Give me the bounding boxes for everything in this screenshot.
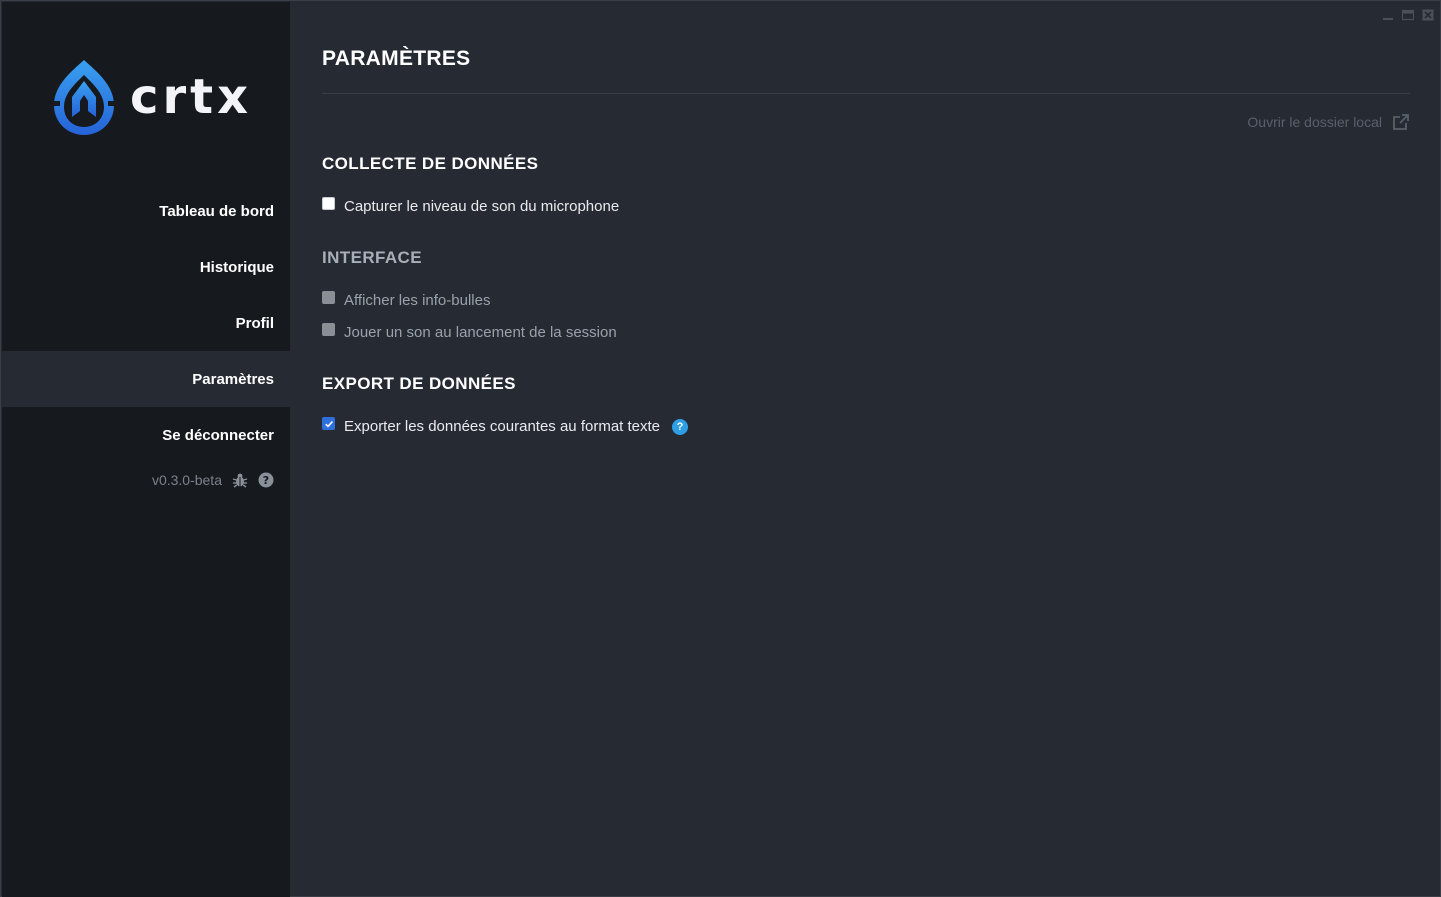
- open-local-folder-link[interactable]: Ouvrir le dossier local: [1247, 113, 1410, 131]
- sidebar-item-settings[interactable]: Paramètres: [2, 351, 290, 407]
- sidebar-nav: Tableau de bord Historique Profil Paramè…: [2, 183, 290, 463]
- sidebar-item-logout[interactable]: Se déconnecter: [2, 407, 290, 463]
- brand-name: crtx: [130, 69, 253, 125]
- sidebar-item-dashboard[interactable]: Tableau de bord: [2, 183, 290, 239]
- option-label: Capturer le niveau de son du microphone: [344, 198, 620, 215]
- svg-text:?: ?: [263, 474, 269, 487]
- option-session-sound[interactable]: Jouer un son au lancement de la session: [322, 323, 617, 341]
- option-label: Jouer un son au lancement de la session: [344, 324, 617, 341]
- option-label: Afficher les info-bulles: [344, 292, 491, 309]
- version-label: v0.3.0-beta: [151, 472, 222, 488]
- sidebar-item-label: Historique: [199, 258, 274, 276]
- open-folder-label: Ouvrir le dossier local: [1247, 114, 1382, 130]
- external-link-icon: [1393, 114, 1409, 130]
- tooltips-checkbox[interactable]: [322, 291, 335, 304]
- option-export-text[interactable]: Exporter les données courantes au format…: [322, 417, 689, 435]
- help-icon[interactable]: ?: [672, 418, 689, 435]
- sidebar: crtx Tableau de bord Historique Profil P…: [2, 2, 290, 897]
- option-show-tooltips[interactable]: Afficher les info-bulles: [322, 291, 491, 309]
- bug-icon[interactable]: [232, 472, 248, 488]
- close-icon[interactable]: [1421, 8, 1434, 21]
- app-window: crtx Tableau de bord Historique Profil P…: [0, 0, 1441, 897]
- settings-panel: PARAMÈTRES Ouvrir le dossier local COLLE…: [322, 1, 1410, 897]
- section-title-data-export: EXPORT DE DONNÉES: [322, 374, 516, 393]
- sidebar-item-label: Se déconnecter: [162, 426, 274, 444]
- option-microphone-capture[interactable]: Capturer le niveau de son du microphone: [322, 197, 620, 215]
- help-circle-icon[interactable]: ?: [258, 472, 274, 488]
- crtx-logo-icon: [50, 60, 118, 135]
- sidebar-item-label: Profil: [235, 314, 274, 332]
- sidebar-item-label: Paramètres: [192, 370, 274, 388]
- checkmark-icon: [324, 420, 333, 428]
- section-title-interface: INTERFACE: [322, 248, 422, 267]
- sidebar-item-label: Tableau de bord: [159, 202, 274, 220]
- microphone-checkbox[interactable]: [322, 197, 335, 210]
- title-divider: [322, 93, 1410, 94]
- brand-logo[interactable]: crtx: [50, 57, 252, 137]
- page-title: PARAMÈTRES: [322, 47, 471, 70]
- export-text-checkbox[interactable]: [322, 417, 335, 430]
- version-row: v0.3.0-beta ?: [152, 472, 274, 488]
- session-sound-checkbox[interactable]: [322, 323, 335, 336]
- section-title-data-collection: COLLECTE DE DONNÉES: [322, 154, 539, 173]
- sidebar-item-profile[interactable]: Profil: [2, 295, 290, 351]
- option-label: Exporter les données courantes au format…: [344, 418, 661, 435]
- sidebar-item-history[interactable]: Historique: [2, 239, 290, 295]
